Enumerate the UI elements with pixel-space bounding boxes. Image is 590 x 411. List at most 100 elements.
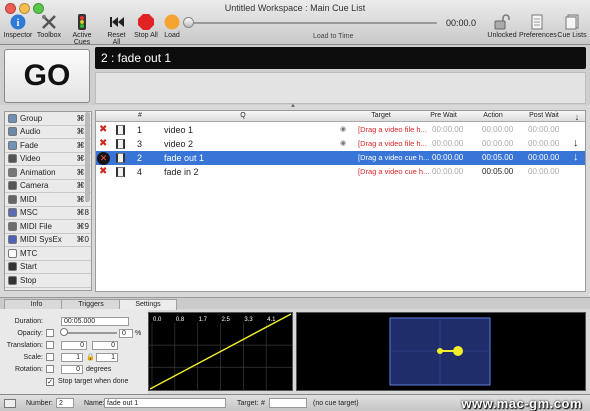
- cue-pre-wait[interactable]: 00:00.00: [432, 139, 463, 148]
- continue-mode-header-icon: ↓: [574, 112, 580, 122]
- table-row[interactable]: ✖ 4 fade in 2 [Drag a video cue h... 00:00.0…: [96, 165, 585, 179]
- cue-post-wait[interactable]: 00:00.00: [528, 139, 559, 148]
- scale-x-field[interactable]: 1: [61, 353, 83, 362]
- cue-action[interactable]: 00:00.00: [482, 125, 513, 134]
- opacity-checkbox[interactable]: [46, 329, 54, 337]
- table-row[interactable]: ✕ 2 fade out 1 [Drag a video cue h... 00:00.…: [96, 151, 585, 165]
- midi-icon: [8, 194, 17, 204]
- duration-field[interactable]: 00:05.000: [61, 317, 129, 326]
- scale-y-field[interactable]: 1: [96, 353, 118, 362]
- cue-number[interactable]: 1: [137, 125, 142, 135]
- column-header-action[interactable]: Action: [478, 112, 508, 119]
- stop-target-label: Stop target when done: [58, 378, 129, 385]
- preferences-document-icon: [531, 14, 543, 30]
- fade-curve-graph[interactable]: 0.0 0.8 1.7 2.5 3.3 4.1: [149, 313, 292, 390]
- cue-number[interactable]: 3: [137, 139, 142, 149]
- cue-number[interactable]: 4: [137, 167, 142, 177]
- sidebar-item-audio[interactable]: Audio ⌘2: [5, 126, 91, 139]
- number-field[interactable]: 2: [56, 398, 74, 408]
- column-header-target[interactable]: Target: [351, 112, 411, 119]
- rotation-handle[interactable]: [453, 346, 463, 356]
- inspector-button[interactable]: i Inspector: [3, 14, 33, 39]
- cue-number[interactable]: 2: [137, 153, 142, 163]
- sidebar-item-stop[interactable]: Stop: [5, 274, 91, 288]
- sidebar-item-video[interactable]: Video ⌘4: [5, 153, 91, 166]
- cue-action[interactable]: 00:05.00: [482, 153, 513, 162]
- column-header-q[interactable]: Q: [158, 112, 328, 119]
- video-stage-preview[interactable]: [297, 313, 585, 390]
- cue-target[interactable]: [Drag a video file h...: [358, 125, 427, 134]
- preferences-button[interactable]: Preferences: [519, 14, 557, 39]
- opacity-field[interactable]: 0: [119, 329, 133, 338]
- name-field[interactable]: fade out 1: [104, 398, 226, 408]
- opacity-slider-knob[interactable]: [60, 328, 68, 336]
- cue-action[interactable]: 00:00.00: [482, 139, 513, 148]
- sidebar-item-midi-file[interactable]: MIDI File ⌘9: [5, 220, 91, 234]
- sidebar-item-midi-sysex[interactable]: MIDI SysEx ⌘0: [5, 234, 91, 247]
- target-field[interactable]: [269, 398, 307, 408]
- cue-post-wait[interactable]: 00:00.00: [528, 125, 559, 134]
- scale-lock-icon[interactable]: 🔒: [86, 353, 95, 361]
- window-title: Untitled Workspace : Main Cue List: [224, 3, 366, 13]
- sidebar-item-midi[interactable]: MIDI ⌘7: [5, 193, 91, 207]
- sidebar-item-label: MIDI File: [20, 221, 52, 231]
- sidebar-item-mtc[interactable]: MTC: [5, 247, 91, 261]
- opacity-slider[interactable]: [62, 332, 117, 334]
- sidebar-item-label: MSC: [20, 208, 38, 218]
- column-header-post-wait[interactable]: Post Wait: [524, 112, 564, 119]
- cue-q-name[interactable]: fade in 2: [164, 167, 199, 177]
- video-preview-icon[interactable]: ◉: [340, 139, 346, 147]
- sidebar-item-camera[interactable]: Camera ⌘6: [5, 180, 91, 193]
- scale-checkbox[interactable]: [46, 353, 54, 361]
- column-header-number[interactable]: #: [134, 112, 146, 119]
- sidebar-item-animation[interactable]: Animation ⌘5: [5, 166, 91, 180]
- rotation-field[interactable]: 0: [61, 365, 83, 374]
- name-label: Name:: [84, 400, 105, 407]
- panel-toggle-icon[interactable]: [4, 399, 16, 408]
- cue-post-wait[interactable]: 00:00.00: [528, 167, 559, 176]
- translation-y-field[interactable]: 0: [92, 341, 118, 350]
- toolbox-button[interactable]: Toolbox: [35, 14, 63, 39]
- video-preview-icon[interactable]: ◉: [340, 125, 346, 133]
- cue-notes-field[interactable]: [95, 72, 586, 104]
- cue-pre-wait[interactable]: 00:00.00: [432, 125, 463, 134]
- cue-pre-wait[interactable]: 00:00.00: [432, 153, 463, 162]
- translation-x-field[interactable]: 0: [61, 341, 87, 350]
- sidebar-item-fade[interactable]: Fade ⌘3: [5, 139, 91, 153]
- column-header-pre-wait[interactable]: Pre Wait: [426, 112, 461, 119]
- go-button[interactable]: GO: [4, 49, 90, 103]
- translation-checkbox[interactable]: [46, 341, 54, 349]
- load-button[interactable]: Load: [161, 14, 183, 39]
- video-preview-canvas[interactable]: [296, 312, 586, 391]
- load-time-slider[interactable]: [187, 22, 437, 24]
- cue-lists-button[interactable]: Cue Lists: [557, 14, 587, 39]
- sidebar-item-msc[interactable]: MSC ⌘8: [5, 207, 91, 220]
- sidebar-item-start[interactable]: Start: [5, 261, 91, 274]
- cue-type-sidebar: Group ⌘1 Audio ⌘2 Fade ⌘3 Video ⌘4 Animation ⌘5 Ca…: [4, 111, 92, 291]
- cue-q-name[interactable]: video 2: [164, 139, 193, 149]
- cue-action[interactable]: 00:05.00: [482, 167, 513, 176]
- rotation-checkbox[interactable]: [46, 365, 54, 373]
- fade-curve-editor[interactable]: 0.0 0.8 1.7 2.5 3.3 4.1: [148, 312, 293, 391]
- unlocked-button[interactable]: Unlocked: [487, 14, 517, 39]
- cue-post-wait[interactable]: 00:00.00: [528, 153, 559, 162]
- sidebar-scrollbar[interactable]: [85, 112, 90, 202]
- cue-pre-wait[interactable]: 00:00.00: [432, 167, 463, 176]
- cue-target[interactable]: [Drag a video file h...: [358, 139, 427, 148]
- stop-all-button[interactable]: Stop All: [133, 14, 159, 39]
- sidebar-item-group[interactable]: Group ⌘1: [5, 112, 91, 126]
- cue-target[interactable]: [Drag a video cue h...: [358, 167, 429, 176]
- load-time-slider-knob[interactable]: [183, 17, 194, 28]
- cue-q-name[interactable]: video 1: [164, 125, 193, 135]
- load-circle-icon: [164, 14, 180, 30]
- cue-q-name[interactable]: fade out 1: [164, 153, 204, 163]
- anchor-point[interactable]: [437, 348, 443, 354]
- sidebar-item-shortcut: ⌘9: [76, 221, 89, 231]
- table-row[interactable]: ✖ 3 video 2 ◉ [Drag a video file h... 00:00.0…: [96, 137, 585, 151]
- table-row[interactable]: ✖ 1 video 1 ◉ [Drag a video file h... 00:00.0…: [96, 123, 585, 137]
- cue-target[interactable]: [Drag a video cue h...: [358, 153, 429, 162]
- active-cues-button[interactable]: Active Cues: [64, 14, 100, 46]
- reset-all-button[interactable]: Reset All: [103, 14, 130, 46]
- stop-target-checkbox[interactable]: ✓: [46, 378, 54, 386]
- split-grip-icon[interactable]: ▲: [290, 103, 296, 109]
